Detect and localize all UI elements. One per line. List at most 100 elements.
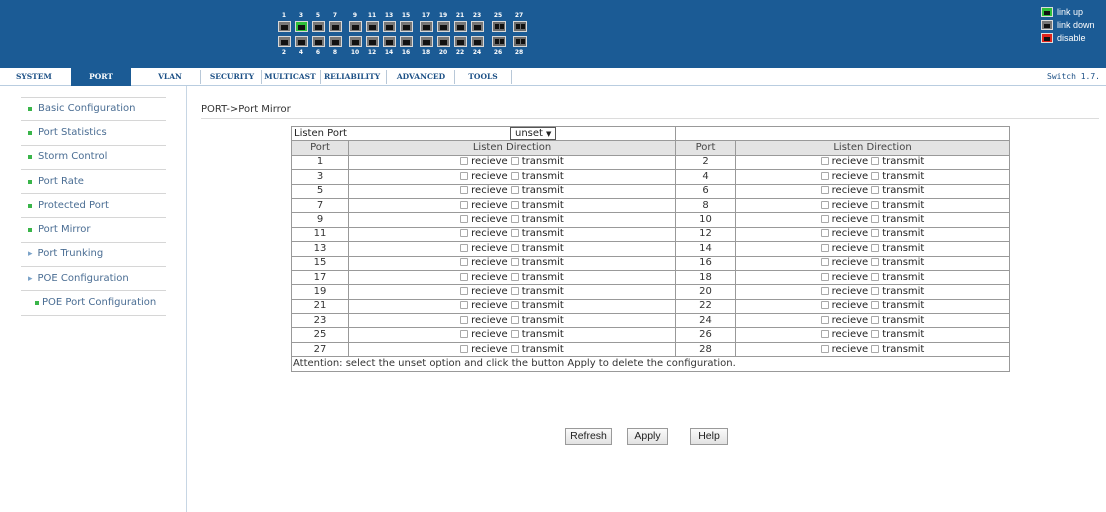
- sidebar-item-protected-port[interactable]: Protected Port: [21, 194, 166, 219]
- recieve-checkbox[interactable]: [820, 258, 829, 267]
- recieve-checkbox[interactable]: [460, 243, 469, 252]
- sidebar-item-port-mirror[interactable]: Port Mirror: [21, 218, 166, 243]
- port-15-icon[interactable]: [400, 21, 413, 32]
- help-button[interactable]: Help: [690, 428, 728, 445]
- transmit-checkbox[interactable]: [510, 301, 519, 310]
- tab-advanced[interactable]: ADVANCED: [392, 68, 450, 86]
- transmit-checkbox[interactable]: [871, 258, 880, 267]
- port-8-icon[interactable]: [329, 36, 342, 47]
- recieve-checkbox[interactable]: [820, 315, 829, 324]
- sidebar-item-poe-port-configuration[interactable]: POE Port Configuration: [21, 291, 166, 316]
- transmit-checkbox[interactable]: [510, 171, 519, 180]
- recieve-checkbox[interactable]: [820, 186, 829, 195]
- port-17-icon[interactable]: [420, 21, 433, 32]
- transmit-checkbox[interactable]: [871, 330, 880, 339]
- transmit-checkbox[interactable]: [871, 286, 880, 295]
- recieve-checkbox[interactable]: [820, 344, 829, 353]
- refresh-button[interactable]: Refresh: [565, 428, 612, 445]
- port-13-icon[interactable]: [383, 21, 396, 32]
- port-12-icon[interactable]: [366, 36, 379, 47]
- recieve-checkbox[interactable]: [460, 272, 469, 281]
- transmit-checkbox[interactable]: [871, 272, 880, 281]
- recieve-checkbox[interactable]: [460, 315, 469, 324]
- port-3-icon[interactable]: [295, 21, 308, 32]
- transmit-checkbox[interactable]: [871, 344, 880, 353]
- transmit-checkbox[interactable]: [871, 171, 880, 180]
- recieve-checkbox[interactable]: [460, 229, 469, 238]
- transmit-checkbox[interactable]: [871, 315, 880, 324]
- recieve-checkbox[interactable]: [460, 344, 469, 353]
- transmit-checkbox[interactable]: [871, 301, 880, 310]
- port-7-icon[interactable]: [329, 21, 342, 32]
- sidebar-item-port-trunking[interactable]: ▸ Port Trunking: [21, 243, 166, 268]
- transmit-checkbox[interactable]: [871, 157, 880, 166]
- recieve-checkbox[interactable]: [820, 171, 829, 180]
- sfp-port-26-icon[interactable]: [492, 36, 506, 47]
- recieve-checkbox[interactable]: [820, 215, 829, 224]
- tab-reliability[interactable]: RELIABILITY: [322, 68, 382, 86]
- recieve-checkbox[interactable]: [460, 258, 469, 267]
- sidebar-item-port-statistics[interactable]: Port Statistics: [21, 121, 166, 146]
- recieve-checkbox[interactable]: [820, 330, 829, 339]
- port-11-icon[interactable]: [366, 21, 379, 32]
- transmit-checkbox[interactable]: [510, 243, 519, 252]
- recieve-checkbox[interactable]: [460, 215, 469, 224]
- tab-port[interactable]: PORT: [71, 68, 131, 86]
- port-5-icon[interactable]: [312, 21, 325, 32]
- tab-security[interactable]: SECURITY: [207, 68, 257, 86]
- sfp-port-25-icon[interactable]: [492, 21, 506, 32]
- transmit-checkbox[interactable]: [510, 229, 519, 238]
- sfp-port-27-icon[interactable]: [513, 21, 527, 32]
- port-21-icon[interactable]: [454, 21, 467, 32]
- transmit-checkbox[interactable]: [510, 186, 519, 195]
- sidebar-item-basic-configuration[interactable]: Basic Configuration: [21, 97, 166, 122]
- recieve-checkbox[interactable]: [460, 330, 469, 339]
- transmit-checkbox[interactable]: [510, 330, 519, 339]
- recieve-checkbox[interactable]: [820, 301, 829, 310]
- sidebar-item-port-rate[interactable]: Port Rate: [21, 170, 166, 195]
- sfp-port-28-icon[interactable]: [513, 36, 527, 47]
- recieve-checkbox[interactable]: [820, 243, 829, 252]
- transmit-checkbox[interactable]: [871, 229, 880, 238]
- port-9-icon[interactable]: [349, 21, 362, 32]
- transmit-checkbox[interactable]: [871, 243, 880, 252]
- port-6-icon[interactable]: [312, 36, 325, 47]
- recieve-checkbox[interactable]: [820, 229, 829, 238]
- tab-multicast[interactable]: MULTICAST: [264, 68, 316, 86]
- port-4-icon[interactable]: [295, 36, 308, 47]
- recieve-checkbox[interactable]: [460, 157, 469, 166]
- recieve-checkbox[interactable]: [460, 200, 469, 209]
- sidebar-item-poe-configuration[interactable]: ▸ POE Configuration: [21, 267, 166, 292]
- port-18-icon[interactable]: [420, 36, 433, 47]
- port-24-icon[interactable]: [471, 36, 484, 47]
- port-19-icon[interactable]: [437, 21, 450, 32]
- port-2-icon[interactable]: [278, 36, 291, 47]
- transmit-checkbox[interactable]: [871, 215, 880, 224]
- transmit-checkbox[interactable]: [510, 157, 519, 166]
- tab-system[interactable]: SYSTEM: [16, 68, 52, 86]
- tab-vlan[interactable]: VLAN: [155, 68, 185, 86]
- recieve-checkbox[interactable]: [820, 200, 829, 209]
- sidebar-item-storm-control[interactable]: Storm Control: [21, 146, 166, 170]
- transmit-checkbox[interactable]: [510, 272, 519, 281]
- port-14-icon[interactable]: [383, 36, 396, 47]
- recieve-checkbox[interactable]: [820, 272, 829, 281]
- transmit-checkbox[interactable]: [871, 186, 880, 195]
- port-20-icon[interactable]: [437, 36, 450, 47]
- tab-tools[interactable]: TOOLS: [462, 68, 504, 86]
- listen-port-select[interactable]: unset ▼: [510, 127, 556, 140]
- recieve-checkbox[interactable]: [460, 301, 469, 310]
- transmit-checkbox[interactable]: [510, 215, 519, 224]
- recieve-checkbox[interactable]: [460, 286, 469, 295]
- port-23-icon[interactable]: [471, 21, 484, 32]
- port-22-icon[interactable]: [454, 36, 467, 47]
- port-1-icon[interactable]: [278, 21, 291, 32]
- transmit-checkbox[interactable]: [510, 258, 519, 267]
- transmit-checkbox[interactable]: [510, 315, 519, 324]
- port-16-icon[interactable]: [400, 36, 413, 47]
- apply-button[interactable]: Apply: [627, 428, 668, 445]
- recieve-checkbox[interactable]: [820, 286, 829, 295]
- transmit-checkbox[interactable]: [510, 344, 519, 353]
- transmit-checkbox[interactable]: [510, 286, 519, 295]
- transmit-checkbox[interactable]: [871, 200, 880, 209]
